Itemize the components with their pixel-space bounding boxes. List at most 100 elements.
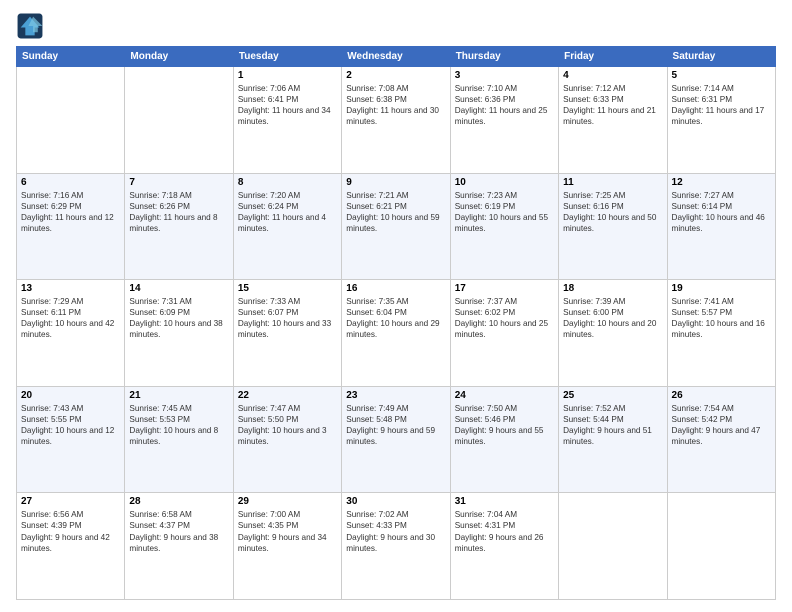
- col-header-sunday: Sunday: [17, 47, 125, 67]
- cell-sun-info: Sunrise: 7:52 AM Sunset: 5:44 PM Dayligh…: [563, 403, 662, 447]
- cell-sun-info: Sunrise: 7:25 AM Sunset: 6:16 PM Dayligh…: [563, 190, 662, 234]
- week-row-0: 1Sunrise: 7:06 AM Sunset: 6:41 PM Daylig…: [17, 67, 776, 174]
- col-header-thursday: Thursday: [450, 47, 558, 67]
- calendar-cell: 11 Sunrise: 7:25 AM Sunset: 6:16 PM Dayli…: [559, 173, 667, 280]
- calendar-cell: 19Sunrise: 7:41 AM Sunset: 5:57 PM Dayli…: [667, 280, 775, 387]
- cell-sun-info: Sunrise: 7:39 AM Sunset: 6:00 PM Dayligh…: [563, 296, 662, 340]
- cell-sun-info: Sunrise: 7:37 AM Sunset: 6:02 PM Dayligh…: [455, 296, 554, 340]
- calendar-cell: 17 Sunrise: 7:37 AM Sunset: 6:02 PM Dayli…: [450, 280, 558, 387]
- calendar-cell: 5 Sunrise: 7:14 AM Sunset: 6:31 PM Daylig…: [667, 67, 775, 174]
- day-number: 22: [238, 390, 337, 401]
- day-number: 19: [672, 283, 771, 294]
- day-number: 31: [455, 496, 554, 507]
- logo-icon: [16, 12, 44, 40]
- calendar-cell: 28 Sunrise: 6:58 AM Sunset: 4:37 PM Dayli…: [125, 493, 233, 600]
- col-header-saturday: Saturday: [667, 47, 775, 67]
- day-number: 2: [346, 70, 445, 81]
- day-number: 29: [238, 496, 337, 507]
- cell-sun-info: Sunrise: 7:29 AM Sunset: 6:11 PM Dayligh…: [21, 296, 120, 340]
- cell-sun-info: Sunrise: 7:23 AM Sunset: 6:19 PM Dayligh…: [455, 190, 554, 234]
- day-number: 14: [129, 283, 228, 294]
- cell-sun-info: Sunrise: 7:45 AM Sunset: 5:53 PM Dayligh…: [129, 403, 228, 447]
- cell-sun-info: Sunrise: 6:56 AM Sunset: 4:39 PM Dayligh…: [21, 509, 120, 553]
- day-number: 27: [21, 496, 120, 507]
- header: [16, 12, 776, 40]
- cell-sun-info: Sunrise: 7:20 AM Sunset: 6:24 PM Dayligh…: [238, 190, 337, 234]
- cell-sun-info: Sunrise: 7:08 AM Sunset: 6:38 PM Dayligh…: [346, 83, 445, 127]
- day-number: 21: [129, 390, 228, 401]
- day-number: 9: [346, 177, 445, 188]
- cell-sun-info: Sunrise: 7:35 AM Sunset: 6:04 PM Dayligh…: [346, 296, 445, 340]
- cell-sun-info: Sunrise: 6:58 AM Sunset: 4:37 PM Dayligh…: [129, 509, 228, 553]
- calendar-cell: 13 Sunrise: 7:29 AM Sunset: 6:11 PM Dayli…: [17, 280, 125, 387]
- cell-sun-info: Sunrise: 7:49 AM Sunset: 5:48 PM Dayligh…: [346, 403, 445, 447]
- cell-sun-info: Sunrise: 7:12 AM Sunset: 6:33 PM Dayligh…: [563, 83, 662, 127]
- day-number: 10: [455, 177, 554, 188]
- calendar-cell: 15 Sunrise: 7:33 AM Sunset: 6:07 PM Dayli…: [233, 280, 341, 387]
- week-row-3: 20 Sunrise: 7:43 AM Sunset: 5:55 PM Dayli…: [17, 386, 776, 493]
- calendar-cell: 12 Sunrise: 7:27 AM Sunset: 6:14 PM Dayli…: [667, 173, 775, 280]
- day-number: 3: [455, 70, 554, 81]
- col-header-friday: Friday: [559, 47, 667, 67]
- day-number: 7: [129, 177, 228, 188]
- day-number: 25: [563, 390, 662, 401]
- calendar-cell: 3Sunrise: 7:10 AM Sunset: 6:36 PM Daylig…: [450, 67, 558, 174]
- day-number: 23: [346, 390, 445, 401]
- day-number: 8: [238, 177, 337, 188]
- calendar-cell: 27 Sunrise: 6:56 AM Sunset: 4:39 PM Dayli…: [17, 493, 125, 600]
- calendar-cell: 31 Sunrise: 7:04 AM Sunset: 4:31 PM Dayli…: [450, 493, 558, 600]
- cell-sun-info: Sunrise: 7:04 AM Sunset: 4:31 PM Dayligh…: [455, 509, 554, 553]
- calendar-cell: 26 Sunrise: 7:54 AM Sunset: 5:42 PM Dayli…: [667, 386, 775, 493]
- day-number: 30: [346, 496, 445, 507]
- day-number: 18: [563, 283, 662, 294]
- cell-sun-info: Sunrise: 7:16 AM Sunset: 6:29 PM Dayligh…: [21, 190, 120, 234]
- day-number: 13: [21, 283, 120, 294]
- calendar-cell: 23 Sunrise: 7:49 AM Sunset: 5:48 PM Dayli…: [342, 386, 450, 493]
- calendar-cell: 1Sunrise: 7:06 AM Sunset: 6:41 PM Daylig…: [233, 67, 341, 174]
- day-number: 17: [455, 283, 554, 294]
- cell-sun-info: Sunrise: 7:06 AM Sunset: 6:41 PM Dayligh…: [238, 83, 337, 127]
- cell-sun-info: Sunrise: 7:21 AM Sunset: 6:21 PM Dayligh…: [346, 190, 445, 234]
- day-number: 5: [672, 70, 771, 81]
- col-header-wednesday: Wednesday: [342, 47, 450, 67]
- week-row-2: 13 Sunrise: 7:29 AM Sunset: 6:11 PM Dayli…: [17, 280, 776, 387]
- day-number: 11: [563, 177, 662, 188]
- calendar-cell: 7 Sunrise: 7:18 AM Sunset: 6:26 PM Daylig…: [125, 173, 233, 280]
- day-number: 26: [672, 390, 771, 401]
- cell-sun-info: Sunrise: 7:33 AM Sunset: 6:07 PM Dayligh…: [238, 296, 337, 340]
- cell-sun-info: Sunrise: 7:43 AM Sunset: 5:55 PM Dayligh…: [21, 403, 120, 447]
- day-number: 24: [455, 390, 554, 401]
- calendar-table: SundayMondayTuesdayWednesdayThursdayFrid…: [16, 46, 776, 600]
- calendar-cell: 16 Sunrise: 7:35 AM Sunset: 6:04 PM Dayli…: [342, 280, 450, 387]
- calendar-cell: 6Sunrise: 7:16 AM Sunset: 6:29 PM Daylig…: [17, 173, 125, 280]
- page: SundayMondayTuesdayWednesdayThursdayFrid…: [0, 0, 792, 612]
- logo: [16, 12, 48, 40]
- cell-sun-info: Sunrise: 7:14 AM Sunset: 6:31 PM Dayligh…: [672, 83, 771, 127]
- day-number: 20: [21, 390, 120, 401]
- calendar-cell: [17, 67, 125, 174]
- calendar-cell: [667, 493, 775, 600]
- week-row-1: 6Sunrise: 7:16 AM Sunset: 6:29 PM Daylig…: [17, 173, 776, 280]
- cell-sun-info: Sunrise: 7:27 AM Sunset: 6:14 PM Dayligh…: [672, 190, 771, 234]
- cell-sun-info: Sunrise: 7:02 AM Sunset: 4:33 PM Dayligh…: [346, 509, 445, 553]
- calendar-cell: 14Sunrise: 7:31 AM Sunset: 6:09 PM Dayli…: [125, 280, 233, 387]
- day-number: 28: [129, 496, 228, 507]
- calendar-cell: [559, 493, 667, 600]
- day-number: 16: [346, 283, 445, 294]
- calendar-cell: 4 Sunrise: 7:12 AM Sunset: 6:33 PM Daylig…: [559, 67, 667, 174]
- calendar-cell: 25 Sunrise: 7:52 AM Sunset: 5:44 PM Dayli…: [559, 386, 667, 493]
- col-header-monday: Monday: [125, 47, 233, 67]
- calendar-header-row: SundayMondayTuesdayWednesdayThursdayFrid…: [17, 47, 776, 67]
- cell-sun-info: Sunrise: 7:54 AM Sunset: 5:42 PM Dayligh…: [672, 403, 771, 447]
- day-number: 15: [238, 283, 337, 294]
- calendar-cell: 8 Sunrise: 7:20 AM Sunset: 6:24 PM Daylig…: [233, 173, 341, 280]
- calendar-cell: 10 Sunrise: 7:23 AM Sunset: 6:19 PM Dayli…: [450, 173, 558, 280]
- day-number: 12: [672, 177, 771, 188]
- calendar-cell: [125, 67, 233, 174]
- calendar-cell: 24Sunrise: 7:50 AM Sunset: 5:46 PM Dayli…: [450, 386, 558, 493]
- day-number: 4: [563, 70, 662, 81]
- calendar-cell: 18 Sunrise: 7:39 AM Sunset: 6:00 PM Dayli…: [559, 280, 667, 387]
- calendar-cell: 21 Sunrise: 7:45 AM Sunset: 5:53 PM Dayli…: [125, 386, 233, 493]
- calendar-cell: 30 Sunrise: 7:02 AM Sunset: 4:33 PM Dayli…: [342, 493, 450, 600]
- cell-sun-info: Sunrise: 7:18 AM Sunset: 6:26 PM Dayligh…: [129, 190, 228, 234]
